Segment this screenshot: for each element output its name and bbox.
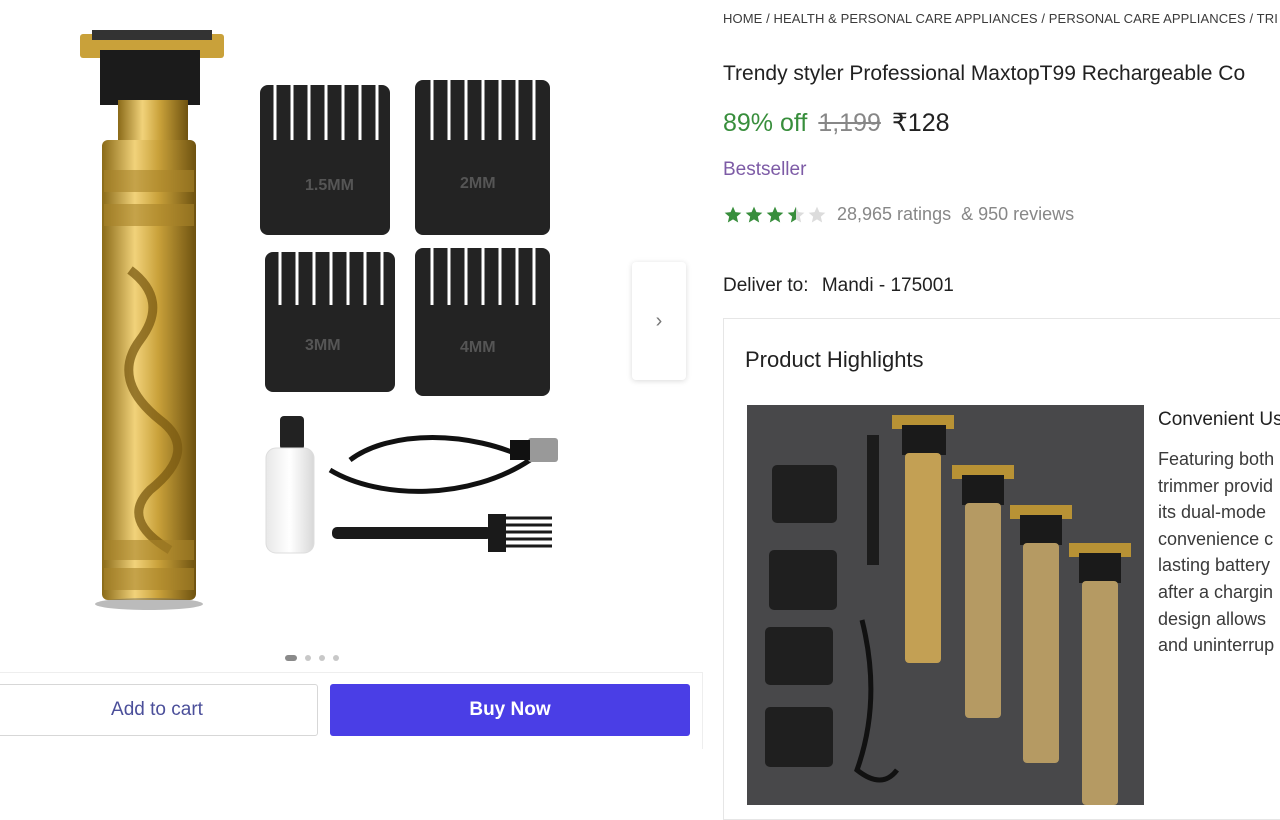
deliver-label: Deliver to: bbox=[723, 275, 809, 296]
add-to-cart-button[interactable]: Add to cart bbox=[0, 684, 318, 736]
highlights-title: Product Highlights bbox=[745, 347, 924, 372]
price-row: 89% off 1,199 ₹128 bbox=[723, 108, 950, 138]
highlight-line: its dual-mode bbox=[1158, 502, 1267, 523]
delivery-location[interactable]: Deliver to: Mandi - 175001 bbox=[723, 275, 954, 297]
product-details: HOME / HEALTH & PERSONAL CARE APPLIANCES… bbox=[723, 0, 1280, 820]
carousel-dots bbox=[285, 655, 339, 661]
next-image-button[interactable]: › bbox=[632, 262, 686, 380]
star-icon bbox=[787, 206, 805, 222]
star-icon bbox=[808, 206, 826, 222]
original-price: 1,199 bbox=[818, 109, 881, 137]
highlight-subtitle: Convenient Us bbox=[1158, 409, 1280, 430]
rating-row[interactable]: 28,965 ratings & 950 reviews bbox=[723, 204, 1074, 225]
ratings-count[interactable]: 28,965 ratings bbox=[837, 204, 951, 225]
carousel-dot[interactable] bbox=[319, 655, 325, 661]
highlight-line: convenience c bbox=[1158, 528, 1274, 549]
highlight-line: Featuring both bbox=[1158, 449, 1275, 469]
star-rating bbox=[723, 205, 827, 225]
highlight-line: after a chargin bbox=[1158, 581, 1274, 602]
carousel-dot[interactable] bbox=[333, 655, 339, 661]
purchase-actions: Add to cart Buy Now bbox=[0, 672, 703, 749]
product-highlights: Product Highlights Convenient Us Featuri… bbox=[723, 318, 1280, 820]
star-icon bbox=[724, 206, 742, 222]
comb-size-label: 1.5MM bbox=[305, 177, 354, 194]
highlight-line: design allows bbox=[1158, 608, 1267, 629]
comb-size-label: 3MM bbox=[305, 337, 341, 354]
chevron-right-icon: › bbox=[655, 309, 663, 332]
reviews-count[interactable]: & 950 reviews bbox=[961, 204, 1074, 225]
highlight-image[interactable] bbox=[747, 405, 1144, 805]
highlight-line: and uninterrup bbox=[1158, 635, 1275, 656]
bestseller-badge: Bestseller bbox=[723, 159, 807, 180]
product-image[interactable]: 1.5MM 2MM 3MM 4MM bbox=[60, 20, 580, 620]
buy-now-button[interactable]: Buy Now bbox=[330, 684, 690, 736]
breadcrumb[interactable]: HOME / HEALTH & PERSONAL CARE APPLIANCES… bbox=[723, 11, 1278, 26]
highlight-line: lasting battery bbox=[1158, 555, 1271, 576]
product-gallery: 1.5MM 2MM 3MM 4MM › Add to cart Buy Now bbox=[0, 0, 705, 802]
carousel-dot[interactable] bbox=[305, 655, 311, 661]
star-icon bbox=[766, 206, 784, 222]
highlight-line: trimmer provid bbox=[1158, 475, 1274, 496]
selling-price: ₹128 bbox=[891, 109, 950, 137]
delivery-pincode[interactable]: Mandi - 175001 bbox=[822, 275, 954, 296]
product-title: Trendy styler Professional MaxtopT99 Rec… bbox=[723, 62, 1246, 85]
discount-percent: 89% off bbox=[723, 109, 808, 137]
comb-size-label: 2MM bbox=[460, 175, 496, 192]
star-icon bbox=[745, 206, 763, 222]
highlight-description: Featuring both trimmer provid its dual-mod… bbox=[1158, 446, 1280, 659]
comb-size-label: 4MM bbox=[460, 339, 496, 356]
carousel-dot[interactable] bbox=[285, 655, 297, 661]
